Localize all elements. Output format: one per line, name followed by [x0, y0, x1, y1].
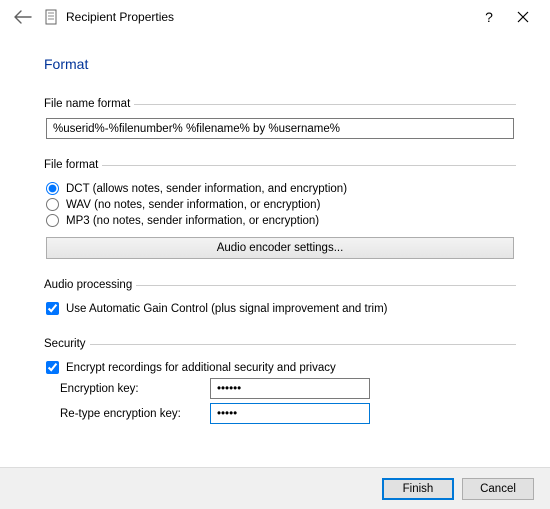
help-button[interactable]: ?	[472, 3, 506, 31]
encrypt-check-row[interactable]: Encrypt recordings for additional securi…	[46, 361, 514, 374]
radio-mp3[interactable]: MP3 (no notes, sender information, or en…	[46, 214, 514, 227]
agc-label: Use Automatic Gain Control (plus signal …	[66, 303, 388, 315]
audio-encoder-settings-button[interactable]: Audio encoder settings...	[46, 237, 514, 259]
encrypt-label: Encrypt recordings for additional securi…	[66, 362, 336, 374]
radio-dct-label: DCT (allows notes, sender information, a…	[66, 183, 347, 195]
radio-wav-label: WAV (no notes, sender information, or en…	[66, 199, 320, 211]
encryption-key-row: Encryption key:	[60, 378, 514, 399]
radio-dct[interactable]: DCT (allows notes, sender information, a…	[46, 182, 514, 195]
cancel-button[interactable]: Cancel	[462, 478, 534, 500]
retype-key-row: Re-type encryption key:	[60, 403, 514, 424]
security-legend: Security	[44, 338, 90, 350]
audio-processing-legend: Audio processing	[44, 279, 136, 291]
file-format-legend: File format	[44, 159, 102, 171]
close-button[interactable]	[506, 3, 540, 31]
title-bar: Recipient Properties ?	[0, 0, 550, 34]
filename-format-legend: File name format	[44, 98, 134, 110]
encrypt-checkbox[interactable]	[46, 361, 59, 374]
close-icon	[517, 11, 529, 23]
encryption-key-label: Encryption key:	[60, 383, 210, 395]
radio-wav-input[interactable]	[46, 198, 59, 211]
app-icon	[44, 9, 60, 25]
radio-mp3-label: MP3 (no notes, sender information, or en…	[66, 215, 319, 227]
filename-format-group: File name format	[44, 98, 516, 145]
retype-key-input[interactable]	[210, 403, 370, 424]
radio-dct-input[interactable]	[46, 182, 59, 195]
back-button[interactable]	[12, 6, 34, 28]
file-format-group: File format DCT (allows notes, sender in…	[44, 159, 516, 265]
audio-processing-group: Audio processing Use Automatic Gain Cont…	[44, 279, 516, 324]
retype-key-label: Re-type encryption key:	[60, 408, 210, 420]
finish-button[interactable]: Finish	[382, 478, 454, 500]
content-area: Format File name format File format DCT …	[0, 34, 550, 434]
window-title: Recipient Properties	[66, 10, 174, 24]
agc-check-row[interactable]: Use Automatic Gain Control (plus signal …	[46, 302, 514, 315]
security-group: Security Encrypt recordings for addition…	[44, 338, 516, 434]
back-arrow-icon	[14, 10, 32, 24]
footer-bar: Finish Cancel	[0, 467, 550, 509]
encryption-key-input[interactable]	[210, 378, 370, 399]
filename-format-input[interactable]	[46, 118, 514, 139]
help-icon: ?	[485, 9, 493, 25]
page-heading: Format	[44, 56, 516, 72]
agc-checkbox[interactable]	[46, 302, 59, 315]
radio-mp3-input[interactable]	[46, 214, 59, 227]
radio-wav[interactable]: WAV (no notes, sender information, or en…	[46, 198, 514, 211]
